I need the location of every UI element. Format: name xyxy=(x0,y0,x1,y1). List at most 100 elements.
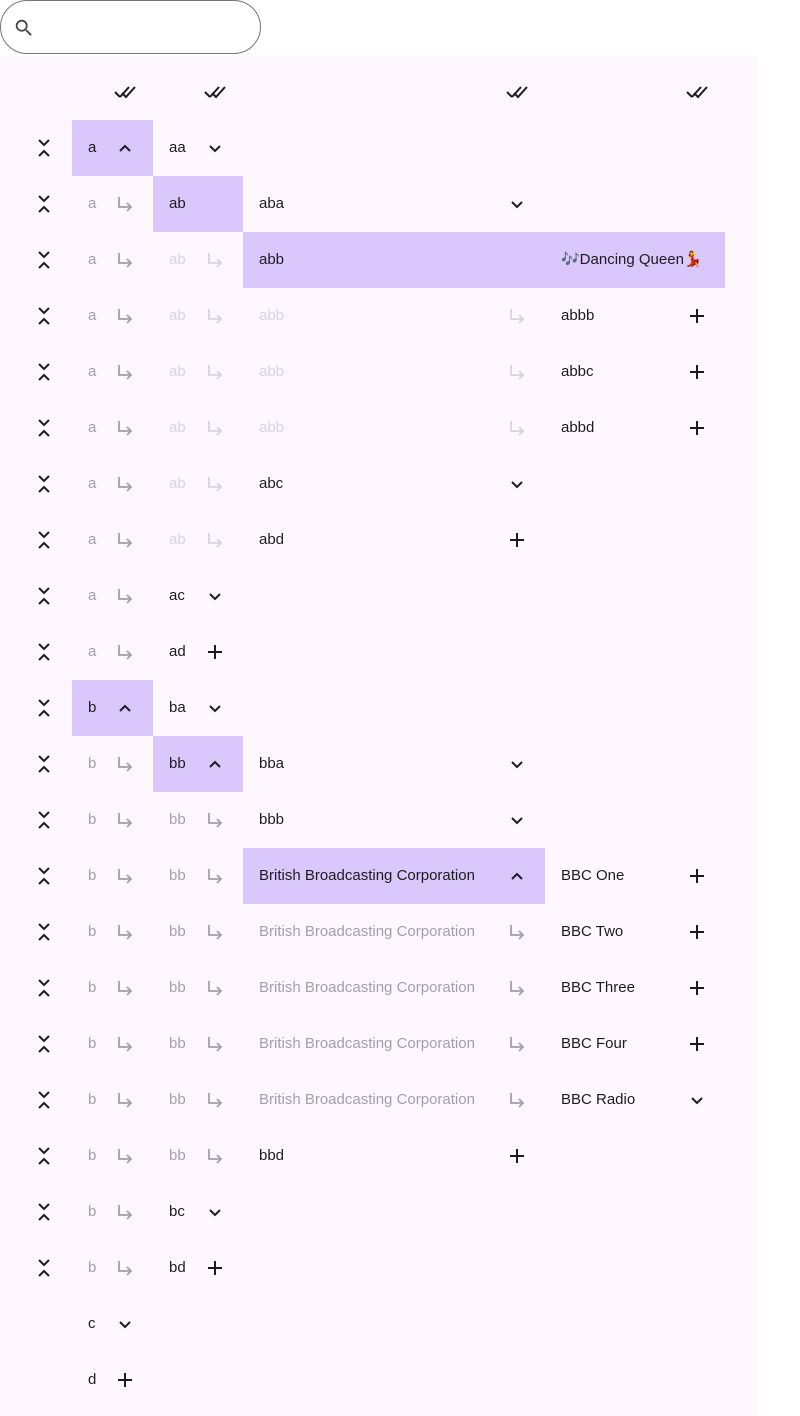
tree-cell-level-3[interactable] xyxy=(243,176,545,232)
plus-icon[interactable] xyxy=(505,528,529,552)
node-label[interactable]: b xyxy=(88,680,96,736)
node-label[interactable]: abb xyxy=(259,232,284,288)
tree-cell-level-2[interactable] xyxy=(153,736,243,792)
chevron-up-icon[interactable] xyxy=(505,864,529,888)
plus-icon[interactable] xyxy=(685,416,709,440)
plus-icon[interactable] xyxy=(685,864,709,888)
node-label[interactable]: BBC Radio xyxy=(561,1072,635,1128)
tree-cell-level-2[interactable] xyxy=(153,400,243,456)
plus-icon[interactable] xyxy=(685,976,709,1000)
collapse-all-icon[interactable] xyxy=(32,584,56,608)
collapse-all-icon[interactable] xyxy=(32,1032,56,1056)
collapse-all-icon[interactable] xyxy=(32,1256,56,1280)
node-label[interactable]: abbb xyxy=(561,288,594,344)
collapse-all-icon[interactable] xyxy=(32,920,56,944)
tree-cell-level-2[interactable] xyxy=(153,456,243,512)
tree-cell-level-3[interactable] xyxy=(243,736,545,792)
collapse-all-icon[interactable] xyxy=(32,528,56,552)
tree-cell-level-2[interactable] xyxy=(153,1128,243,1184)
node-label[interactable]: bbb xyxy=(259,792,284,848)
tree-cell-level-2[interactable] xyxy=(153,176,243,232)
select-all-column-3-done-all-icon[interactable] xyxy=(505,80,529,104)
tree-cell-level-2[interactable] xyxy=(153,904,243,960)
node-label[interactable]: British Broadcasting Corporation xyxy=(259,848,475,904)
node-label[interactable]: ad xyxy=(169,624,186,680)
tree-cell-level-3[interactable] xyxy=(243,400,545,456)
node-label[interactable]: ba xyxy=(169,680,186,736)
node-label[interactable]: bba xyxy=(259,736,284,792)
collapse-all-icon[interactable] xyxy=(32,696,56,720)
tree-cell-level-2[interactable] xyxy=(153,624,243,680)
chevron-down-icon[interactable] xyxy=(203,696,227,720)
collapse-all-icon[interactable] xyxy=(32,360,56,384)
chevron-up-icon[interactable] xyxy=(113,696,137,720)
plus-icon[interactable] xyxy=(505,1144,529,1168)
collapse-all-icon[interactable] xyxy=(32,192,56,216)
collapse-all-icon[interactable] xyxy=(32,472,56,496)
tree-cell-level-2[interactable] xyxy=(153,792,243,848)
search-bar[interactable] xyxy=(0,0,261,54)
select-all-column-1-done-all-icon[interactable] xyxy=(113,80,137,104)
chevron-up-icon[interactable] xyxy=(113,136,137,160)
tree-cell-level-2[interactable] xyxy=(153,848,243,904)
node-label[interactable]: bc xyxy=(169,1184,185,1240)
plus-icon[interactable] xyxy=(685,920,709,944)
node-label[interactable]: BBC One xyxy=(561,848,624,904)
chevron-down-icon[interactable] xyxy=(505,192,529,216)
node-label[interactable]: 🎶Dancing Queen💃 xyxy=(561,232,703,288)
tree-cell-level-2[interactable] xyxy=(153,1184,243,1240)
collapse-all-icon[interactable] xyxy=(32,416,56,440)
chevron-down-icon[interactable] xyxy=(203,136,227,160)
plus-icon[interactable] xyxy=(113,1368,137,1392)
node-label[interactable]: abbc xyxy=(561,344,594,400)
select-all-column-4-done-all-icon[interactable] xyxy=(685,80,709,104)
tree-cell-level-2[interactable] xyxy=(153,232,243,288)
chevron-down-icon[interactable] xyxy=(203,584,227,608)
search-input[interactable] xyxy=(45,11,249,45)
tree-cell-level-2[interactable] xyxy=(153,512,243,568)
tree-cell-level-3[interactable] xyxy=(243,1128,545,1184)
chevron-down-icon[interactable] xyxy=(505,472,529,496)
tree-cell-level-3[interactable] xyxy=(243,344,545,400)
tree-cell-level-3[interactable] xyxy=(243,512,545,568)
select-all-column-2-done-all-icon[interactable] xyxy=(203,80,227,104)
node-label[interactable]: BBC Two xyxy=(561,904,623,960)
tree-cell-level-2[interactable] xyxy=(153,680,243,736)
tree-cell-level-2[interactable] xyxy=(153,344,243,400)
collapse-all-icon[interactable] xyxy=(32,864,56,888)
collapse-all-icon[interactable] xyxy=(32,640,56,664)
chevron-down-icon[interactable] xyxy=(505,808,529,832)
collapse-all-icon[interactable] xyxy=(32,136,56,160)
tree-cell-level-2[interactable] xyxy=(153,1016,243,1072)
chevron-down-icon[interactable] xyxy=(505,752,529,776)
chevron-up-icon[interactable] xyxy=(203,752,227,776)
node-label[interactable]: c xyxy=(88,1296,96,1352)
node-label[interactable]: abbd xyxy=(561,400,594,456)
node-label[interactable]: BBC Three xyxy=(561,960,635,1016)
tree-cell-level-3[interactable] xyxy=(243,456,545,512)
collapse-all-icon[interactable] xyxy=(32,1144,56,1168)
collapse-all-icon[interactable] xyxy=(32,976,56,1000)
node-label[interactable]: d xyxy=(88,1352,96,1408)
collapse-all-icon[interactable] xyxy=(32,1200,56,1224)
node-label[interactable]: aba xyxy=(259,176,284,232)
node-label[interactable]: bbd xyxy=(259,1128,284,1184)
node-label[interactable]: aa xyxy=(169,120,186,176)
plus-icon[interactable] xyxy=(203,640,227,664)
tree-cell-level-2[interactable] xyxy=(153,288,243,344)
node-label[interactable]: BBC Four xyxy=(561,1016,627,1072)
node-label[interactable]: abd xyxy=(259,512,284,568)
tree-cell-level-2[interactable] xyxy=(153,120,243,176)
chevron-down-icon[interactable] xyxy=(685,1088,709,1112)
collapse-all-icon[interactable] xyxy=(32,304,56,328)
tree-cell-level-2[interactable] xyxy=(153,568,243,624)
tree-cell-level-2[interactable] xyxy=(153,1240,243,1296)
plus-icon[interactable] xyxy=(685,360,709,384)
chevron-down-icon[interactable] xyxy=(203,1200,227,1224)
plus-icon[interactable] xyxy=(685,1032,709,1056)
plus-icon[interactable] xyxy=(685,304,709,328)
node-label[interactable]: a xyxy=(88,120,96,176)
node-label[interactable]: abc xyxy=(259,456,283,512)
plus-icon[interactable] xyxy=(203,1256,227,1280)
node-label[interactable]: bb xyxy=(169,736,186,792)
